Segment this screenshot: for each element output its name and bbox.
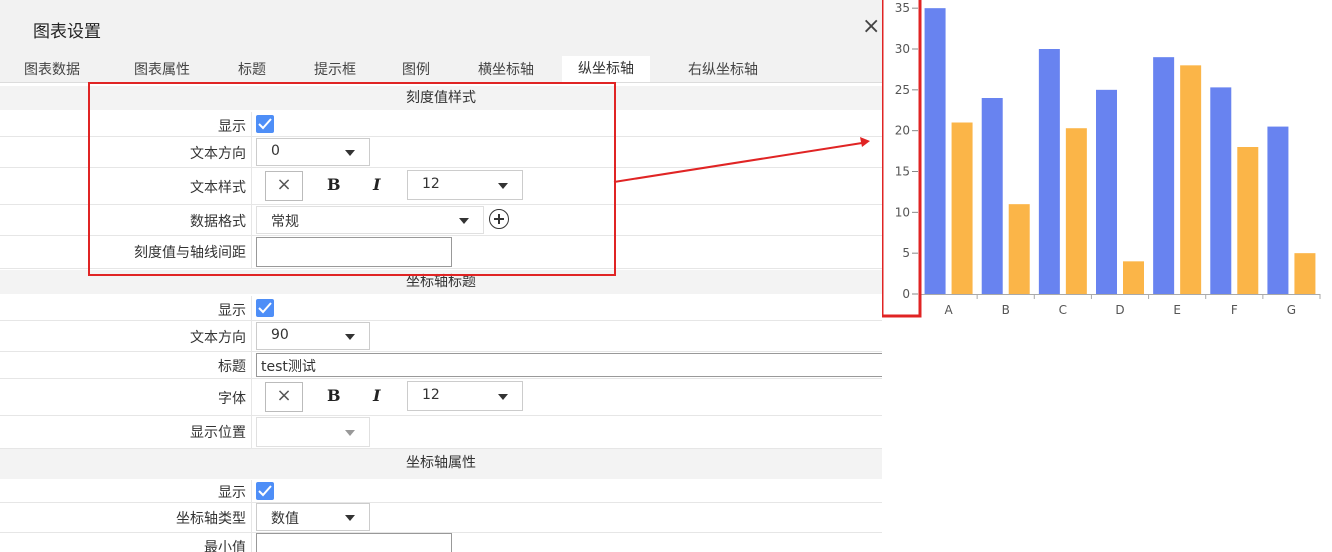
bar-series2-F [1237, 147, 1259, 294]
y-tick-label: 30 [895, 42, 910, 56]
x-tick-label: F [1231, 303, 1238, 317]
bar-series1-B [981, 98, 1003, 294]
x-tick-label: B [1002, 303, 1010, 317]
x-tick-label: D [1115, 303, 1124, 317]
x-tick-label: E [1173, 303, 1181, 317]
x-tick-label: A [944, 303, 953, 317]
bar-series1-F [1210, 87, 1232, 294]
x-tick-label: C [1059, 303, 1067, 317]
x-tick-label: G [1287, 303, 1296, 317]
bar-series1-C [1038, 49, 1060, 294]
bar-series1-A [924, 8, 946, 295]
y-tick-label: 20 [895, 124, 910, 138]
y-tick-label: 25 [895, 83, 910, 97]
bar-series1-G [1267, 126, 1289, 294]
bar-series2-C [1065, 128, 1087, 294]
bar-chart: 0 5 10 15 20 25 30 35 A B C D E F G [880, 0, 1321, 318]
bar-series2-D [1123, 261, 1144, 294]
bar-series1-E [1153, 57, 1175, 294]
y-tick-label: 35 [895, 1, 910, 15]
bar-series2-E [1180, 65, 1202, 294]
bar-series2-G [1294, 253, 1316, 294]
y-tick-label: 5 [902, 246, 910, 260]
bar-series1-D [1096, 89, 1117, 294]
bar-series2-A [951, 122, 973, 294]
y-tick-label: 10 [895, 205, 910, 219]
bar-series2-B [1008, 204, 1030, 294]
chart-preview: 0 5 10 15 20 25 30 35 A B C D E F G [880, 0, 1332, 330]
y-tick-label: 0 [902, 287, 910, 301]
y-tick-label: 15 [895, 165, 910, 179]
